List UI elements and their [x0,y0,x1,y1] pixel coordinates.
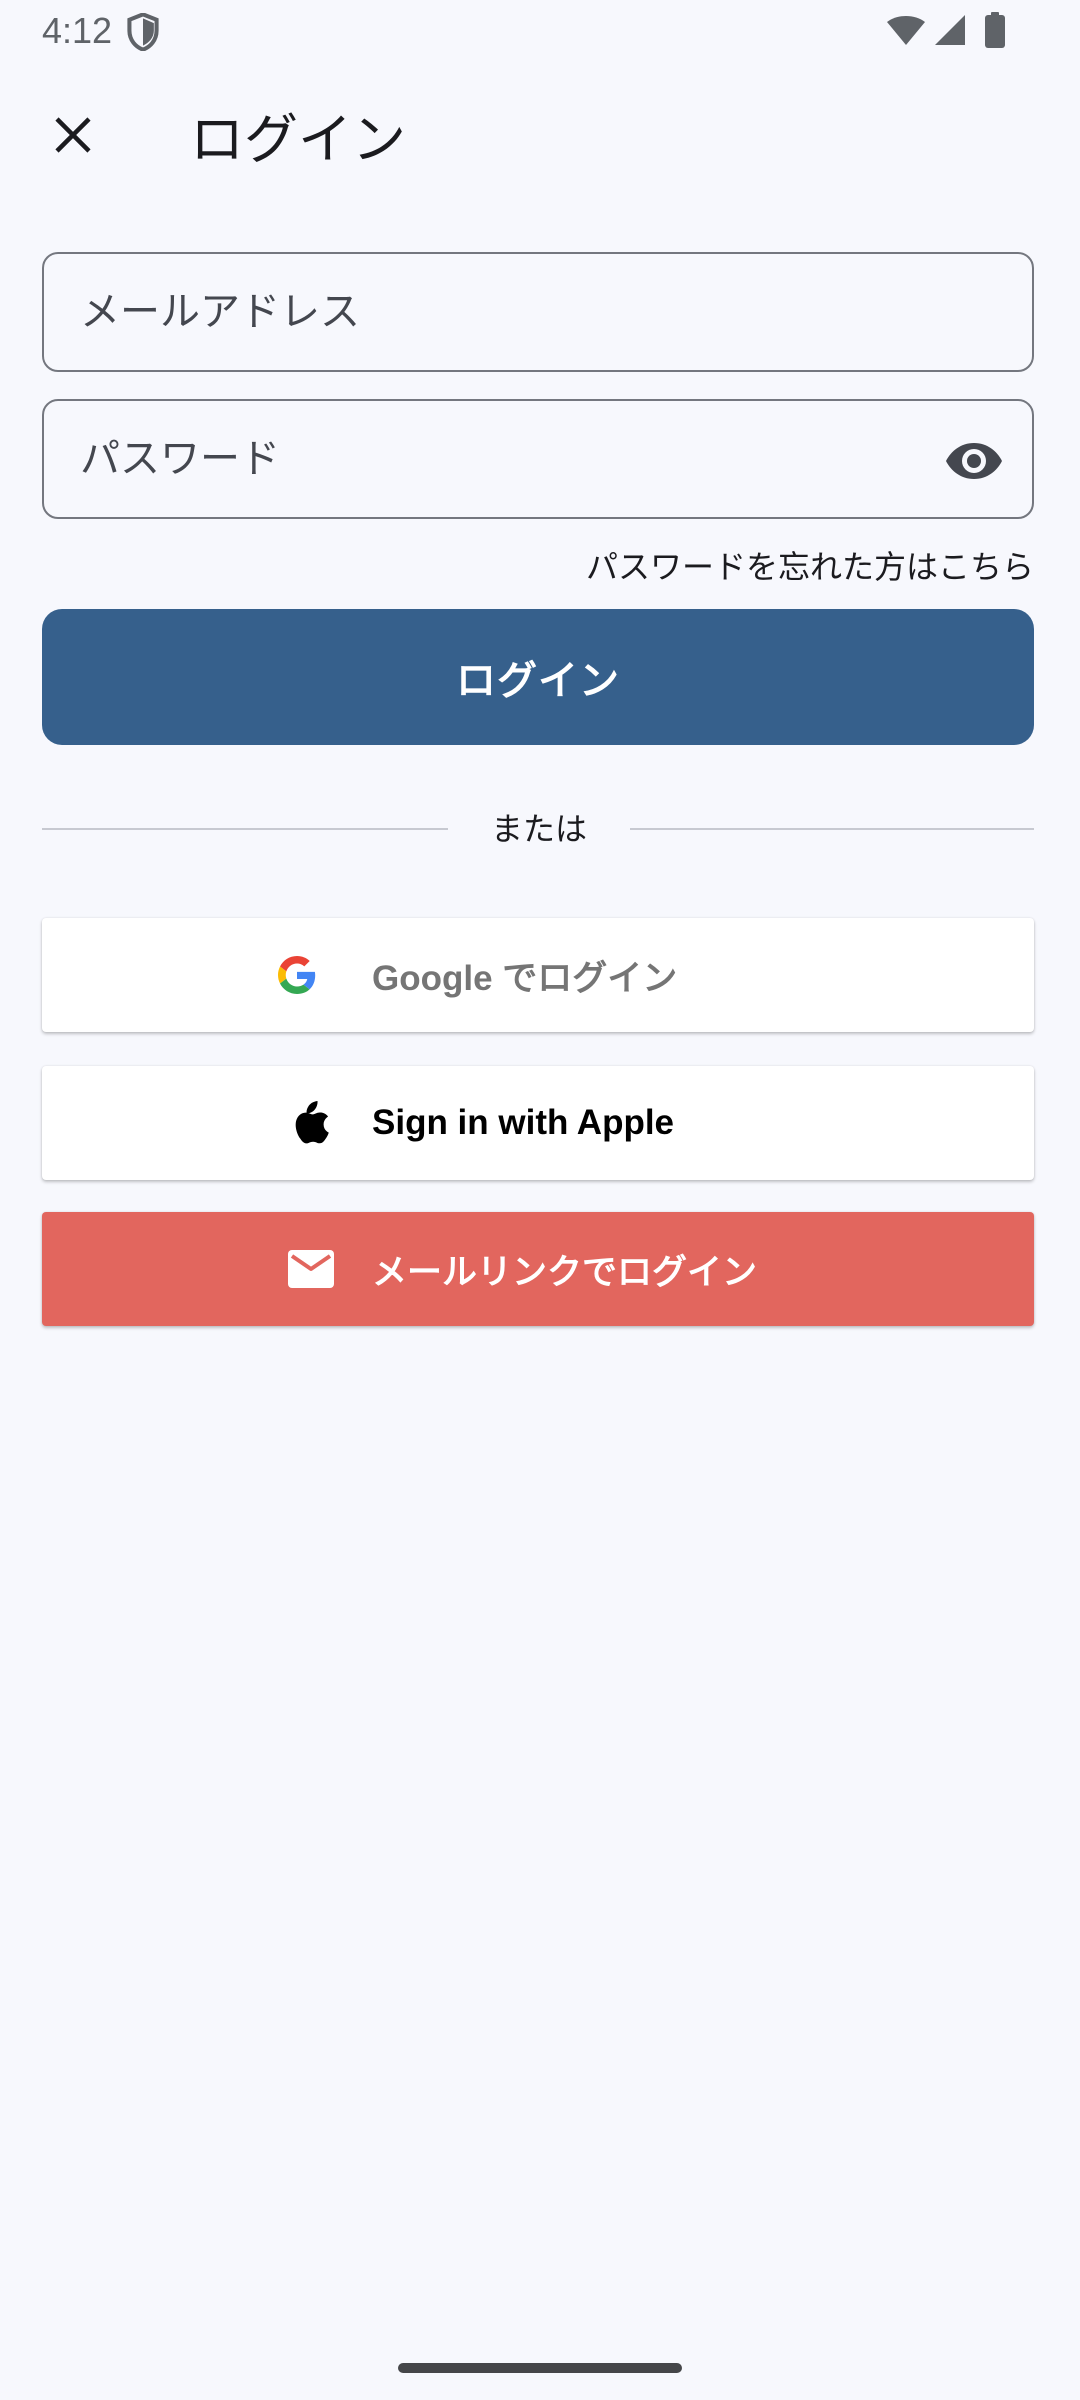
page-title: ログイン [190,108,406,171]
home-indicator[interactable] [398,2363,682,2373]
apple-login-button[interactable]: Sign in with Apple [42,1066,1034,1180]
divider-line-left [42,828,448,830]
password-input[interactable] [80,401,960,517]
forgot-password-link[interactable]: パスワードを忘れた方はこちら [586,544,1034,590]
divider-line-right [630,828,1034,830]
email-field[interactable] [42,252,1034,372]
google-login-button[interactable]: Google でログイン [42,918,1034,1032]
shield-icon [127,13,159,51]
close-icon [55,117,91,153]
password-field[interactable] [42,399,1034,519]
login-button[interactable]: ログイン [42,609,1034,745]
divider-label: または [490,810,587,848]
google-icon [278,956,316,994]
email-input[interactable] [80,254,960,370]
close-button[interactable] [42,104,104,166]
battery-icon [985,12,1005,48]
mail-icon [288,1250,334,1288]
apple-icon [295,1101,329,1144]
password-visibility-toggle[interactable] [944,431,1004,491]
email-link-login-label: メールリンクでログイン [372,1252,758,1292]
google-login-label: Google でログイン [372,958,678,998]
apple-login-label: Sign in with Apple [372,1103,675,1142]
eye-icon [946,443,1002,479]
status-time: 4:12 [42,10,113,51]
email-link-login-button[interactable]: メールリンクでログイン [42,1212,1034,1326]
wifi-icon [887,16,925,45]
cellular-signal-icon [935,15,965,45]
